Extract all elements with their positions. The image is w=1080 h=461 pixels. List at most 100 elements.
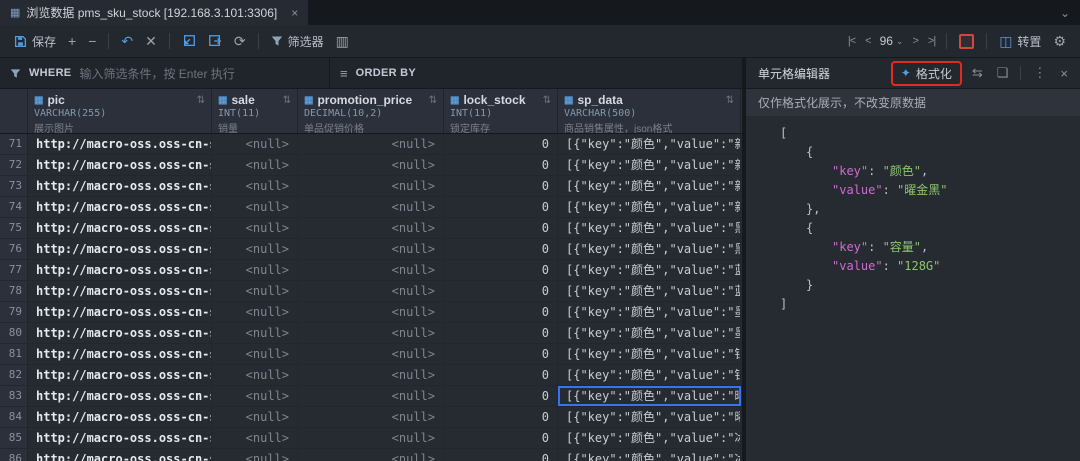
- cell-sp_data[interactable]: [{"key":"颜色","value":"新…: [558, 155, 741, 175]
- cell-lock_stock[interactable]: 0: [444, 155, 558, 175]
- cell-lock_stock[interactable]: 0: [444, 302, 558, 322]
- cell-lock_stock[interactable]: 0: [444, 428, 558, 448]
- cell-lock_stock[interactable]: 0: [444, 323, 558, 343]
- cell-pic[interactable]: http://macro-oss.oss-cn-s…: [28, 302, 212, 322]
- row-number[interactable]: 80: [0, 323, 28, 343]
- transpose-button[interactable]: ◫ 转置: [993, 30, 1047, 53]
- cell-lock_stock[interactable]: 0: [444, 449, 558, 461]
- first-page-button[interactable]: |<: [843, 33, 860, 49]
- cell-pic[interactable]: http://macro-oss.oss-cn-s…: [28, 239, 212, 259]
- row-number[interactable]: 79: [0, 302, 28, 322]
- cell-promotion_price[interactable]: <null>: [298, 281, 444, 301]
- next-page-button[interactable]: >: [907, 33, 922, 49]
- cell-pic[interactable]: http://macro-oss.oss-cn-s…: [28, 365, 212, 385]
- column-header-promotion_price[interactable]: ▦promotion_price⇅DECIMAL(10,2)单品促销价格: [298, 89, 444, 133]
- add-row-button[interactable]: +: [62, 31, 82, 51]
- cell-pic[interactable]: http://macro-oss.oss-cn-s…: [28, 176, 212, 196]
- cell-lock_stock[interactable]: 0: [444, 134, 558, 154]
- cell-promotion_price[interactable]: <null>: [298, 365, 444, 385]
- cell-promotion_price[interactable]: <null>: [298, 386, 444, 406]
- cell-pic[interactable]: http://macro-oss.oss-cn-s…: [28, 134, 212, 154]
- cell-lock_stock[interactable]: 0: [444, 197, 558, 217]
- page-size-select[interactable]: 96 ⌄: [876, 32, 908, 50]
- save-button[interactable]: 保存: [8, 30, 62, 53]
- cell-pic[interactable]: http://macro-oss.oss-cn-s…: [28, 449, 212, 461]
- cell-sp_data[interactable]: [{"key":"颜色","value":"曜…: [558, 407, 741, 427]
- row-number[interactable]: 78: [0, 281, 28, 301]
- row-number[interactable]: 83: [0, 386, 28, 406]
- toggle-wrap-icon[interactable]: ⇆: [968, 65, 987, 81]
- cell-sale[interactable]: <null>: [212, 386, 298, 406]
- open-in-window-icon[interactable]: ❏: [993, 65, 1013, 81]
- column-header-pic[interactable]: ▦pic⇅VARCHAR(255)展示图片: [28, 89, 212, 133]
- cell-sale[interactable]: <null>: [212, 218, 298, 238]
- cell-sale[interactable]: <null>: [212, 428, 298, 448]
- cell-lock_stock[interactable]: 0: [444, 365, 558, 385]
- cell-promotion_price[interactable]: <null>: [298, 344, 444, 364]
- cell-pic[interactable]: http://macro-oss.oss-cn-s…: [28, 344, 212, 364]
- row-number[interactable]: 81: [0, 344, 28, 364]
- cell-sp_data[interactable]: [{"key":"颜色","value":"墨…: [558, 323, 741, 343]
- undo-button[interactable]: ↶: [115, 31, 139, 51]
- cell-sp_data[interactable]: [{"key":"颜色","value":"新…: [558, 134, 741, 154]
- cell-pic[interactable]: http://macro-oss.oss-cn-s…: [28, 260, 212, 280]
- cell-promotion_price[interactable]: <null>: [298, 197, 444, 217]
- cell-sale[interactable]: <null>: [212, 134, 298, 154]
- cell-sp_data[interactable]: [{"key":"颜色","value":"新…: [558, 176, 741, 196]
- cell-promotion_price[interactable]: <null>: [298, 302, 444, 322]
- cell-lock_stock[interactable]: 0: [444, 386, 558, 406]
- sort-icon[interactable]: ⇅: [429, 95, 437, 106]
- cell-sale[interactable]: <null>: [212, 176, 298, 196]
- cell-sp_data[interactable]: [{"key":"颜色","value":"蓝…: [558, 281, 741, 301]
- sort-icon[interactable]: ⇅: [283, 95, 291, 106]
- cell-lock_stock[interactable]: 0: [444, 176, 558, 196]
- prev-page-button[interactable]: <: [860, 33, 875, 49]
- cell-sale[interactable]: <null>: [212, 281, 298, 301]
- cell-sale[interactable]: <null>: [212, 302, 298, 322]
- format-button[interactable]: ✦ 格式化: [891, 61, 962, 86]
- row-number[interactable]: 82: [0, 365, 28, 385]
- cell-promotion_price[interactable]: <null>: [298, 407, 444, 427]
- row-number[interactable]: 75: [0, 218, 28, 238]
- sort-icon[interactable]: ⇅: [726, 95, 734, 106]
- grid-corner[interactable]: [0, 89, 28, 133]
- last-page-button[interactable]: >|: [923, 33, 940, 49]
- cancel-changes-button[interactable]: ✕: [139, 31, 163, 51]
- cell-lock_stock[interactable]: 0: [444, 344, 558, 364]
- row-number[interactable]: 77: [0, 260, 28, 280]
- order-by-input[interactable]: ≡ ORDER BY: [330, 58, 426, 88]
- tab-browse-data[interactable]: ▦ 浏览数据 pms_sku_stock [192.168.3.101:3306…: [0, 0, 308, 25]
- limit-toggle-button[interactable]: [953, 31, 980, 52]
- cell-pic[interactable]: http://macro-oss.oss-cn-s…: [28, 218, 212, 238]
- cell-lock_stock[interactable]: 0: [444, 239, 558, 259]
- cell-pic[interactable]: http://macro-oss.oss-cn-s…: [28, 155, 212, 175]
- cell-sale[interactable]: <null>: [212, 260, 298, 280]
- tab-close-icon[interactable]: ×: [291, 6, 298, 20]
- columns-button[interactable]: ▥: [330, 31, 355, 51]
- cell-sp_data[interactable]: [{"key":"颜色","value":"银…: [558, 344, 741, 364]
- cell-sp_data[interactable]: [{"key":"颜色","value":"曜…: [558, 386, 741, 406]
- cell-pic[interactable]: http://macro-oss.oss-cn-s…: [28, 323, 212, 343]
- cell-sp_data[interactable]: [{"key":"颜色","value":"黑…: [558, 218, 741, 238]
- more-options-icon[interactable]: ⋮: [1029, 65, 1050, 81]
- cell-promotion_price[interactable]: <null>: [298, 260, 444, 280]
- cell-sale[interactable]: <null>: [212, 407, 298, 427]
- cell-promotion_price[interactable]: <null>: [298, 323, 444, 343]
- filter-button[interactable]: 筛选器: [265, 30, 330, 53]
- cell-promotion_price[interactable]: <null>: [298, 155, 444, 175]
- column-header-sp_data[interactable]: ▦sp_data⇅VARCHAR(500)商品销售属性，json格式: [558, 89, 741, 133]
- cell-lock_stock[interactable]: 0: [444, 260, 558, 280]
- sort-icon[interactable]: ⇅: [543, 95, 551, 106]
- close-panel-icon[interactable]: ×: [1056, 66, 1072, 81]
- export-button[interactable]: [202, 31, 228, 51]
- chevron-down-icon[interactable]: ⌄: [1050, 0, 1080, 25]
- cell-pic[interactable]: http://macro-oss.oss-cn-s…: [28, 407, 212, 427]
- cell-sale[interactable]: <null>: [212, 365, 298, 385]
- settings-button[interactable]: ⚙: [1047, 31, 1072, 51]
- column-header-lock_stock[interactable]: ▦lock_stock⇅INT(11)锁定库存: [444, 89, 558, 133]
- cell-sp_data[interactable]: [{"key":"颜色","value":"银…: [558, 365, 741, 385]
- cell-sale[interactable]: <null>: [212, 197, 298, 217]
- row-number[interactable]: 72: [0, 155, 28, 175]
- row-number[interactable]: 86: [0, 449, 28, 461]
- cell-sp_data[interactable]: [{"key":"颜色","value":"新…: [558, 197, 741, 217]
